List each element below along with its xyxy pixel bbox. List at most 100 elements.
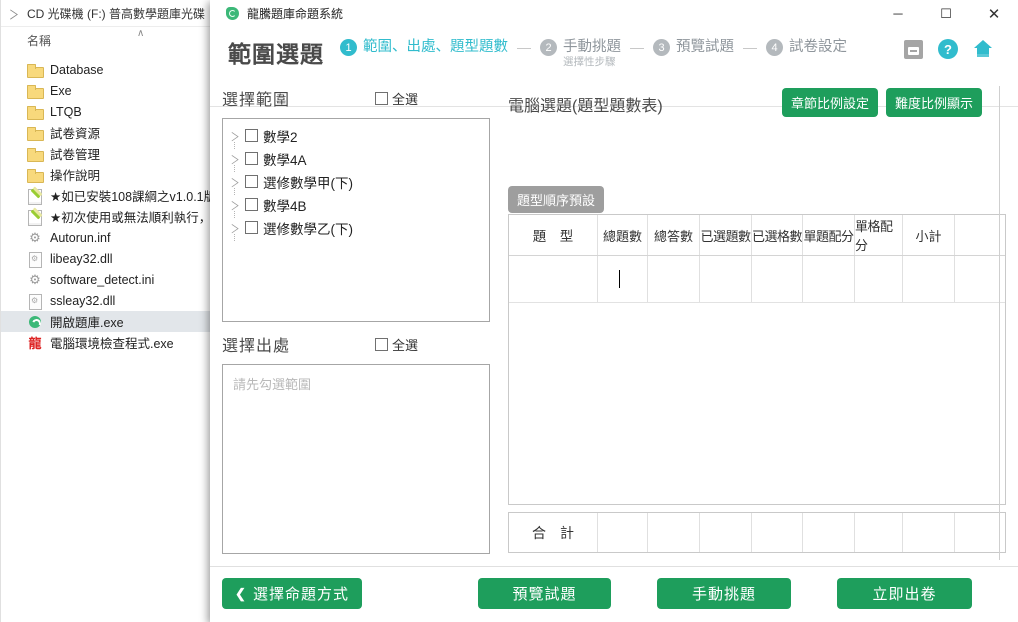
close-button[interactable]: ✕: [970, 0, 1018, 27]
total-value-cell: [855, 513, 903, 552]
page-title: 範圍選題: [228, 35, 324, 69]
wizard-step-4[interactable]: 4試卷設定: [766, 38, 847, 56]
help-icon[interactable]: ?: [938, 39, 958, 59]
chapter-ratio-button[interactable]: 章節比例設定: [782, 88, 878, 117]
tree-item-checkbox[interactable]: [245, 198, 258, 211]
expand-arrow-icon[interactable]: ＞: [231, 196, 243, 214]
file-item[interactable]: software_detect.ini: [1, 269, 213, 290]
setup-gear-icon: [27, 272, 43, 288]
file-item[interactable]: Autorun.inf: [1, 227, 213, 248]
tree-item-checkbox[interactable]: [245, 129, 258, 142]
file-item[interactable]: 試卷管理: [1, 143, 213, 164]
folder-icon: [27, 104, 43, 120]
file-item[interactable]: libeay32.dll: [1, 248, 213, 269]
step-number-badge: 3: [653, 39, 670, 56]
table-entry-cell[interactable]: [855, 256, 903, 302]
tree-item[interactable]: ＞ 選修數學乙(下): [223, 216, 489, 239]
file-name: ★如已安裝108課綱之v1.0.1版題: [50, 186, 213, 205]
file-name: libeay32.dll: [50, 252, 113, 266]
window-title: 龍騰題庫命題系統: [247, 5, 343, 22]
file-item[interactable]: 試卷資源: [1, 122, 213, 143]
save-icon[interactable]: [904, 40, 923, 59]
folder-icon: [27, 125, 43, 141]
tree-item-label: 數學2: [263, 126, 298, 146]
table-entry-cell[interactable]: [700, 256, 752, 302]
file-item[interactable]: 開啟題庫.exe: [1, 311, 213, 332]
total-value-cell: [803, 513, 855, 552]
table-entry-row[interactable]: [509, 256, 1005, 303]
expand-arrow-icon[interactable]: ＞: [231, 127, 243, 145]
tree-item[interactable]: ＞數學4B: [223, 193, 489, 216]
computer-selection-panel: 電腦選題(題型題數表) 章節比例設定 難度比例顯示 題型順序預設 題 型總題數總…: [505, 86, 1006, 120]
back-to-mode-button[interactable]: ❮ 選擇命題方式: [222, 578, 362, 609]
file-name: ★初次使用或無法順利執行，請: [50, 207, 213, 226]
minimize-button[interactable]: ─: [874, 0, 922, 27]
file-name: Autorun.inf: [50, 231, 110, 245]
difficulty-ratio-button[interactable]: 難度比例顯示: [886, 88, 982, 117]
tree-item-label: 選修數學乙(下): [263, 218, 353, 238]
step-label-group: 預覽試題: [676, 38, 734, 56]
table-entry-cell[interactable]: [955, 256, 1005, 302]
computer-selection-title: 電腦選題(題型題數表): [508, 92, 663, 116]
preview-questions-button[interactable]: 預覽試題: [478, 578, 611, 609]
name-column-label: 名稱: [27, 32, 51, 49]
folder-icon: [27, 167, 43, 183]
wizard-step-1[interactable]: 1範圍、出處、題型題數: [340, 38, 508, 56]
folder-icon: [27, 83, 43, 99]
range-title: 選擇範圍: [222, 92, 290, 109]
tree-item[interactable]: ＞數學4A: [223, 147, 489, 170]
tree-item-checkbox[interactable]: [245, 175, 258, 188]
table-entry-cell[interactable]: [509, 256, 598, 302]
expand-arrow-icon[interactable]: ＞: [231, 173, 243, 191]
step-separator: —: [630, 39, 644, 55]
source-select-all[interactable]: 全選: [375, 335, 418, 354]
expand-arrow-icon[interactable]: ＞: [231, 219, 243, 237]
range-select-all-label: 全選: [392, 89, 418, 108]
table-header-cell: 已選格數: [752, 215, 803, 255]
range-select-all-checkbox[interactable]: [375, 92, 388, 105]
home-icon[interactable]: [973, 40, 993, 58]
table-entry-cell[interactable]: [648, 256, 700, 302]
file-item[interactable]: 龍電腦環境檢查程式.exe: [1, 332, 213, 353]
tree-item[interactable]: ＞ 數學2: [223, 124, 489, 147]
range-select-all[interactable]: 全選: [375, 89, 418, 108]
table-entry-cell[interactable]: [903, 256, 955, 302]
total-row: 合 計: [509, 513, 1005, 552]
step-label-group: 範圍、出處、題型題數: [363, 38, 508, 56]
table-entry-cell[interactable]: [598, 256, 648, 302]
tree-item-checkbox[interactable]: [245, 221, 258, 234]
setup-gear-icon: [27, 230, 43, 246]
source-list-box: 請先勾選範圍: [222, 364, 490, 554]
expand-arrow-icon[interactable]: ＞: [231, 150, 243, 168]
app-green-icon: [27, 314, 43, 330]
step-separator: —: [517, 39, 531, 55]
scrollbar-track[interactable]: [999, 86, 1000, 560]
table-entry-cell[interactable]: [803, 256, 855, 302]
file-item[interactable]: LTQB: [1, 101, 213, 122]
header-icons: ?: [904, 39, 993, 59]
table-header-row: 題 型總題數總答數已選題數已選格數單題配分單格配分小計: [509, 215, 1005, 256]
tree-item-checkbox[interactable]: [245, 152, 258, 165]
maximize-button[interactable]: ☐: [922, 0, 970, 27]
explorer-drive-row[interactable]: ＞ CD 光碟機 (F:) 普高數學題庫光碟: [1, 0, 213, 27]
wizard-step-3[interactable]: 3 預覽試題: [653, 38, 734, 56]
file-item[interactable]: 操作說明: [1, 164, 213, 185]
manual-pick-button[interactable]: 手動挑題: [657, 578, 791, 609]
file-item[interactable]: Database: [1, 59, 213, 80]
file-item[interactable]: Exe: [1, 80, 213, 101]
tree-item-label: 選修數學甲(下): [263, 172, 353, 192]
file-name: LTQB: [50, 105, 82, 119]
wizard-step-2[interactable]: 2手動挑題選擇性步驟: [540, 38, 621, 68]
explorer-name-column-header[interactable]: 名稱 ∧: [1, 27, 213, 53]
app-header: 範圍選題 1範圍、出處、題型題數—2手動挑題選擇性步驟—3預覽試題—4試卷設定 …: [210, 26, 1018, 80]
tree-item[interactable]: ＞ 選修數學甲(下): [223, 170, 489, 193]
file-name: 試卷資源: [50, 123, 100, 142]
file-item[interactable]: ssleay32.dll: [1, 290, 213, 311]
type-order-button[interactable]: 題型順序預設: [508, 186, 604, 213]
table-entry-cell[interactable]: [752, 256, 803, 302]
source-select-all-checkbox[interactable]: [375, 338, 388, 351]
file-item[interactable]: ★初次使用或無法順利執行，請: [1, 206, 213, 227]
file-item[interactable]: ★如已安裝108課綱之v1.0.1版題: [1, 185, 213, 206]
generate-exam-button[interactable]: 立即出卷: [837, 578, 972, 609]
file-name: software_detect.ini: [50, 273, 154, 287]
